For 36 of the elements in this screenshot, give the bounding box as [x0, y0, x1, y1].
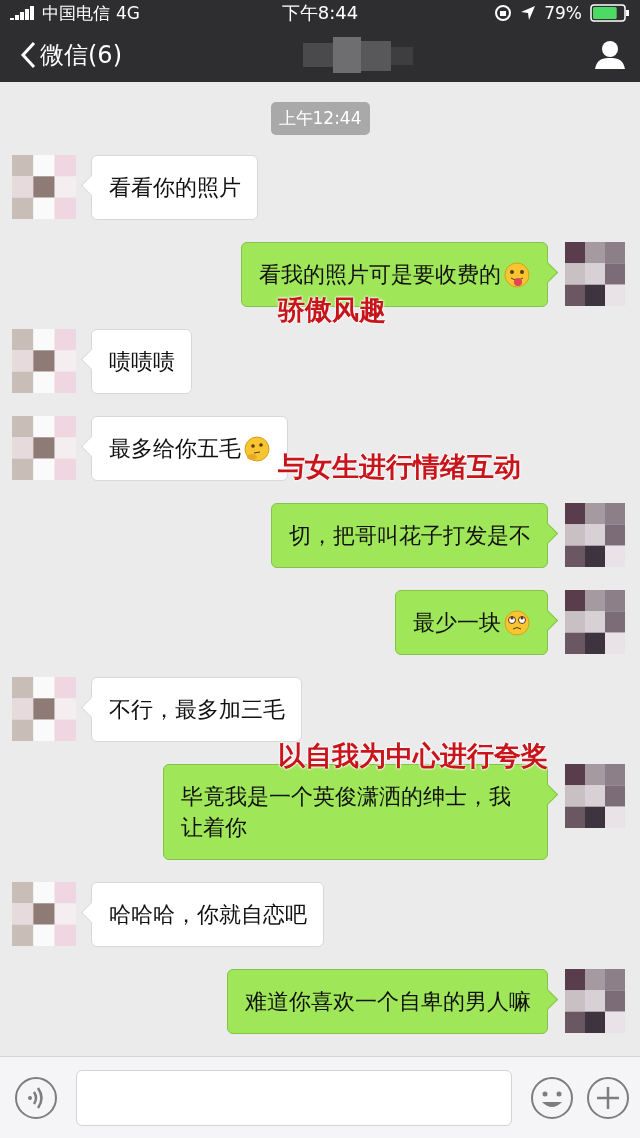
message-text: 切，把哥叫花子打发是不 [289, 522, 531, 551]
message-text: 啧啧啧 [109, 348, 175, 377]
message-input[interactable] [76, 1069, 512, 1126]
annotation-text: 与女生进行情绪互动 [278, 450, 521, 485]
person-icon[interactable] [594, 39, 626, 70]
signal-icon [10, 6, 36, 21]
message-text: 不行，最多加三毛 [109, 696, 285, 725]
clock: 下午8:44 [281, 1, 359, 26]
avatar[interactable] [565, 503, 625, 568]
back-link[interactable]: 微信(6) [20, 38, 122, 71]
smiley-icon[interactable] [530, 1075, 574, 1120]
message-text: 难道你喜欢一个自卑的男人嘛 [245, 988, 531, 1017]
network-type: 4G [116, 3, 140, 24]
battery-percent: 79% [544, 3, 582, 24]
avatar[interactable] [565, 590, 625, 655]
message-text: 哈哈哈，你就自恋吧 [109, 901, 307, 930]
battery-icon [590, 4, 630, 23]
rotation-lock-icon [494, 4, 513, 23]
thinking-face-icon [243, 434, 271, 463]
location-icon [520, 5, 537, 22]
avatar[interactable] [565, 242, 625, 307]
message-text: 看我的照片可是要收费的 [259, 261, 501, 290]
message-text: 毕竟我是一个英俊潇洒的绅士，我让着你 [181, 783, 512, 843]
carrier-name: 中国电信 [42, 1, 110, 25]
tongue-face-icon [503, 260, 531, 289]
message-text: 最多给你五毛 [109, 435, 241, 464]
back-chevron-icon [20, 40, 36, 69]
avatar[interactable] [565, 764, 625, 829]
message-text: 最少一块 [413, 609, 501, 638]
message-text: 看看你的照片 [109, 174, 241, 203]
timestamp: 上午12:44 [270, 102, 370, 136]
voice-icon[interactable] [14, 1075, 58, 1120]
annotation-text: 以自我为中心进行夸奖 [278, 739, 548, 774]
eye-roll-face-icon [503, 608, 531, 637]
avatar[interactable] [565, 969, 625, 1034]
plus-icon[interactable] [586, 1075, 630, 1120]
